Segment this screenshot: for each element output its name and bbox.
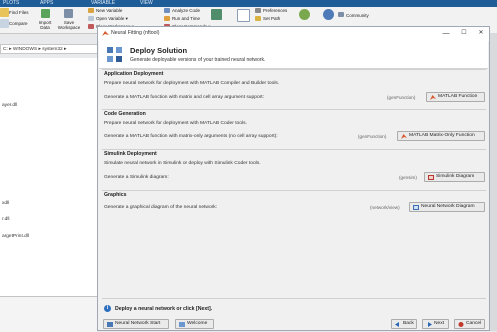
close-button[interactable]: ✕ <box>475 29 487 38</box>
file-item[interactable]: xdll <box>2 201 9 206</box>
current-folder-path[interactable]: C: ▸ WINDOWS ▸ system32 ▸ <box>0 44 100 54</box>
welcome-button[interactable]: Welcome <box>175 319 214 329</box>
matlab-icon <box>401 133 407 139</box>
page-header: Deploy Solution Generate deployable vers… <box>99 41 488 69</box>
page-subtitle: Generate deployable versions of your tra… <box>130 57 266 63</box>
toolstrip-tabs: PLOTS APPS VARIABLE VIEW <box>0 0 497 7</box>
back-arrow-icon <box>395 321 399 327</box>
community-icon <box>338 12 344 17</box>
section-action-text: Generate a MATLAB function with matrix a… <box>104 95 265 100</box>
tab-view[interactable]: VIEW <box>140 0 153 7</box>
new-variable-icon <box>88 8 94 13</box>
cancel-button[interactable]: Cancel <box>454 319 485 329</box>
maximize-button[interactable]: ☐ <box>458 29 470 38</box>
window-title-bar: Neural Fitting (nftool) — ☐ ✕ <box>98 27 489 41</box>
import-data-button[interactable]: Import Data <box>38 20 52 30</box>
add-ons-icon[interactable] <box>299 9 310 20</box>
layout-icon[interactable] <box>237 9 250 22</box>
simulink-diagram-button[interactable]: Simulink Diagram <box>424 172 485 182</box>
open-variable-button[interactable]: Open Variable ▾ <box>96 16 128 21</box>
cancel-icon <box>458 321 464 327</box>
new-variable-button[interactable]: New Variable <box>96 8 122 13</box>
section-graphics: Graphics Generate a graphical diagram of… <box>102 190 486 217</box>
tab-apps[interactable]: APPS <box>40 0 53 7</box>
neural-network-icon <box>107 47 122 62</box>
section-action-text: Generate a MATLAB function with matrix-o… <box>104 134 278 139</box>
file-item[interactable]: r.dll <box>2 217 9 222</box>
matlab-icon <box>102 31 109 36</box>
import-data-icon <box>41 9 50 18</box>
function-name: (gensim) <box>399 175 417 180</box>
save-workspace-icon <box>64 9 73 18</box>
welcome-icon <box>179 321 185 327</box>
file-item[interactable]: ayer.dll <box>2 103 17 108</box>
matlab-icon <box>430 94 436 100</box>
neural-network-start-button[interactable]: Neural Network Start <box>103 319 169 329</box>
section-description: Simulate neural network in Simulink or d… <box>104 161 261 166</box>
function-name: (genFunction) <box>387 95 416 100</box>
minimize-button[interactable]: — <box>440 29 452 38</box>
section-application-deployment: Application Deployment Prepare neural ne… <box>102 69 486 108</box>
open-variable-icon <box>88 16 94 21</box>
simulink-icon <box>428 174 434 180</box>
neural-fitting-window: Neural Fitting (nftool) — ☐ ✕ Deploy Sol… <box>97 26 490 331</box>
section-title: Code Generation <box>104 111 146 117</box>
find-files-icon <box>0 8 9 17</box>
run-and-time-button[interactable]: Run and Time <box>172 16 200 21</box>
function-name: (genFunction) <box>358 134 387 139</box>
save-workspace-button[interactable]: Save Workspace <box>56 20 82 30</box>
section-title: Application Deployment <box>104 71 164 77</box>
next-arrow-icon <box>428 321 432 327</box>
section-title: Simulink Deployment <box>104 151 157 157</box>
info-message: Deploy a neural network or click [Next]. <box>115 306 213 312</box>
next-button[interactable]: Next <box>422 319 449 329</box>
page-title: Deploy Solution <box>130 46 188 55</box>
find-files-button[interactable]: Find Files <box>9 10 29 15</box>
section-code-generation: Code Generation Prepare neural network f… <box>102 109 486 148</box>
command-window-edge <box>490 33 497 331</box>
compare-button[interactable]: Compare <box>9 21 28 26</box>
compare-icon <box>0 19 9 28</box>
set-path-button[interactable]: Set Path <box>263 16 280 21</box>
section-description: Prepare neural network for deployment wi… <box>104 121 247 126</box>
neural-network-diagram-button[interactable]: Neural Network Diagram <box>409 202 485 212</box>
current-folder-pane: ayer.dll xdll r.dll argetPrint.dll <box>0 58 98 331</box>
back-button[interactable]: Back <box>391 319 417 329</box>
set-path-icon <box>255 16 261 21</box>
section-simulink-deployment: Simulink Deployment Simulate neural netw… <box>102 149 486 188</box>
preferences-icon <box>255 8 261 13</box>
tab-plots[interactable]: PLOTS <box>3 0 19 7</box>
network-diagram-icon <box>413 204 419 210</box>
run-and-time-icon <box>164 16 170 21</box>
tab-variable[interactable]: VARIABLE <box>91 0 115 7</box>
section-description: Prepare neural network for deployment wi… <box>104 81 280 86</box>
analyze-code-icon <box>164 8 170 13</box>
file-item[interactable]: argetPrint.dll <box>2 234 29 239</box>
community-button[interactable]: Community <box>346 13 369 18</box>
function-name: (network/view) <box>370 205 400 210</box>
analyze-code-button[interactable]: Analyze Code <box>172 8 200 13</box>
info-icon: i <box>104 305 111 312</box>
section-action-text: Generate a Simulink diagram: <box>104 175 169 180</box>
start-icon <box>107 321 113 327</box>
details-pane <box>0 296 97 332</box>
section-action-text: Generate a graphical diagram of the neur… <box>104 205 218 210</box>
matlab-function-button[interactable]: MATLAB Function <box>426 92 485 102</box>
matlab-matrix-only-function-button[interactable]: MATLAB Matrix-Only Function <box>397 131 485 141</box>
clear-workspace-icon <box>88 24 94 29</box>
window-title: Neural Fitting (nftool) <box>111 30 160 36</box>
divider <box>102 298 486 299</box>
section-title: Graphics <box>104 192 127 198</box>
preferences-button[interactable]: Preferences <box>263 8 287 13</box>
help-icon[interactable] <box>323 9 334 20</box>
simulink-icon[interactable] <box>211 9 222 20</box>
